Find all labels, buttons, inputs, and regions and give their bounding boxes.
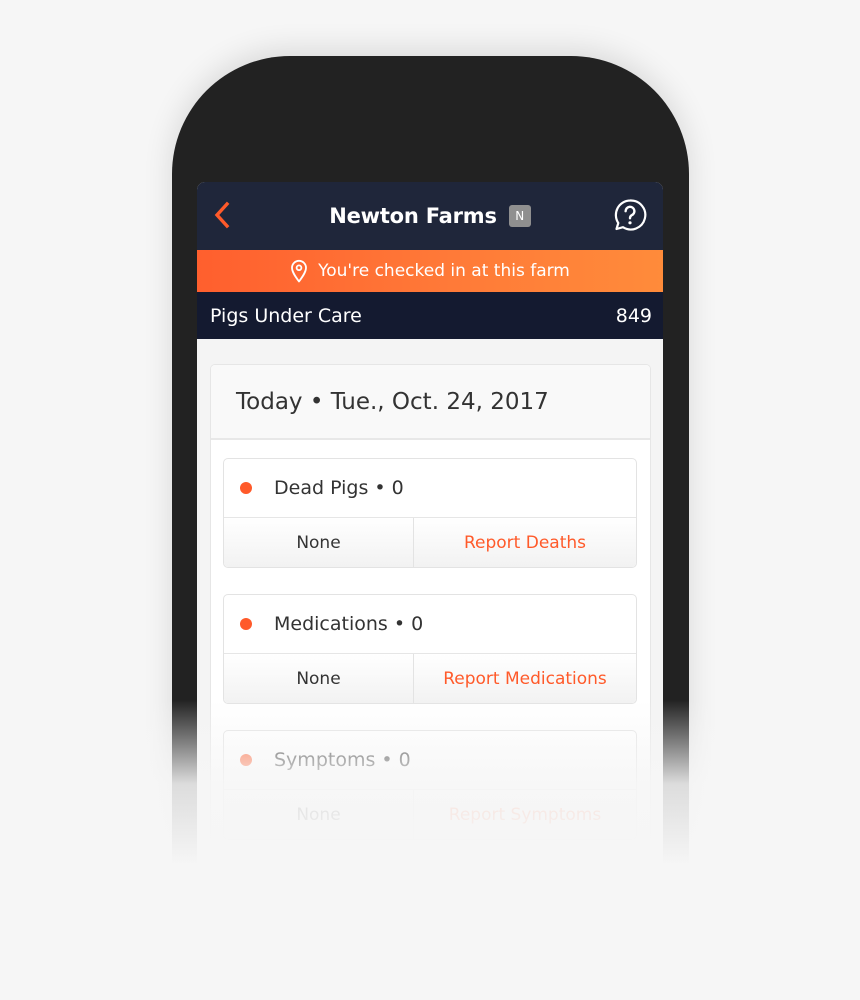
item-title: Dead Pigs • 0: [274, 477, 404, 499]
help-button[interactable]: [613, 198, 647, 232]
pigs-under-care-bar: Pigs Under Care 849: [197, 292, 663, 339]
checkin-text: You're checked in at this farm: [318, 261, 570, 281]
report-medications-button[interactable]: Report Medications: [414, 654, 636, 703]
item-actions: None Report Deaths: [224, 518, 636, 567]
status-dot-icon: [240, 890, 252, 902]
status-dot-icon: [240, 482, 252, 494]
status-dot-icon: [240, 754, 252, 766]
pigs-under-care-count: 849: [615, 304, 652, 327]
item-title: Symptoms • 0: [274, 749, 411, 771]
report-deaths-button[interactable]: Report Deaths: [414, 518, 636, 567]
report-symptoms-button[interactable]: Report Symptoms: [414, 790, 636, 839]
item-header: Symptoms • 0: [224, 731, 636, 790]
item-header: Pig Movements • 0: [224, 867, 636, 926]
help-bubble-icon: [614, 199, 647, 231]
day-card: Today • Tue., Oct. 24, 2017 Dead Pigs • …: [210, 364, 651, 994]
item-card-symptoms: Symptoms • 0 None Report Symptoms: [223, 730, 637, 840]
chevron-left-icon: [214, 201, 230, 229]
status-dot-icon: [240, 618, 252, 630]
day-body: Dead Pigs • 0 None Report Deaths Medicat…: [211, 440, 650, 993]
day-header: Today • Tue., Oct. 24, 2017: [211, 365, 650, 440]
item-card-dead-pigs: Dead Pigs • 0 None Report Deaths: [223, 458, 637, 568]
farm-name: Newton Farms: [329, 204, 497, 228]
item-card-medications: Medications • 0 None Report Medications: [223, 594, 637, 704]
none-button[interactable]: None: [224, 654, 414, 703]
item-card-pig-movements: Pig Movements • 0: [223, 866, 637, 927]
content-area: Today • Tue., Oct. 24, 2017 Dead Pigs • …: [197, 339, 663, 994]
app-screen: Newton Farms N You're checked in at this…: [197, 182, 663, 997]
none-button[interactable]: None: [224, 790, 414, 839]
farm-badge: N: [508, 205, 531, 227]
item-title: Medications • 0: [274, 613, 424, 635]
none-button[interactable]: None: [224, 518, 414, 567]
item-actions: None Report Symptoms: [224, 790, 636, 839]
page-title: Newton Farms N: [329, 204, 531, 228]
pigs-under-care-label: Pigs Under Care: [210, 304, 362, 327]
item-header: Dead Pigs • 0: [224, 459, 636, 518]
item-actions: None Report Medications: [224, 654, 636, 703]
item-title: Pig Movements • 0: [274, 885, 455, 907]
item-header: Medications • 0: [224, 595, 636, 654]
location-pin-icon: [291, 259, 308, 283]
back-button[interactable]: [211, 200, 235, 230]
navbar: Newton Farms N: [197, 182, 663, 250]
checkin-banner: You're checked in at this farm: [197, 250, 663, 292]
